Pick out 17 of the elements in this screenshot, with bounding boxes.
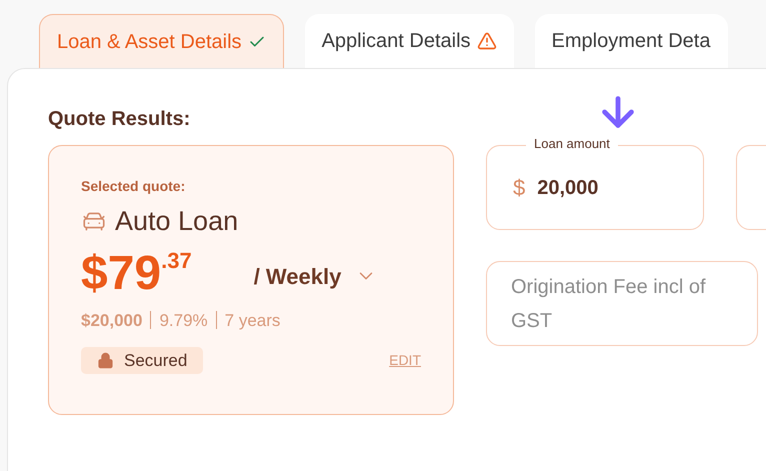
currency-prefix: $: [513, 174, 526, 202]
frequency-dropdown[interactable]: / Weekly: [254, 260, 378, 292]
product-name: Auto Loan: [115, 205, 238, 238]
field-value: 20,000: [537, 176, 598, 200]
repayment-cents: .37: [161, 246, 192, 274]
secured-badge: Secured: [81, 347, 204, 374]
section-title: Quote Results:: [48, 107, 192, 132]
card-caption: Selected quote:: [81, 177, 186, 196]
tab[interactable]: Employment Deta: [534, 14, 728, 68]
tab[interactable]: Applicant Details: [304, 14, 514, 68]
loan-detail: $20,000: [81, 310, 142, 332]
lock-icon: [97, 352, 114, 369]
field-placeholder: Origination Fee incl of GST: [511, 274, 707, 334]
loan-detail: 7 years: [224, 310, 280, 332]
loan-detail: 9.79%: [159, 310, 208, 332]
repayment-amount: $79: [81, 246, 162, 302]
warning-icon: [476, 31, 497, 51]
